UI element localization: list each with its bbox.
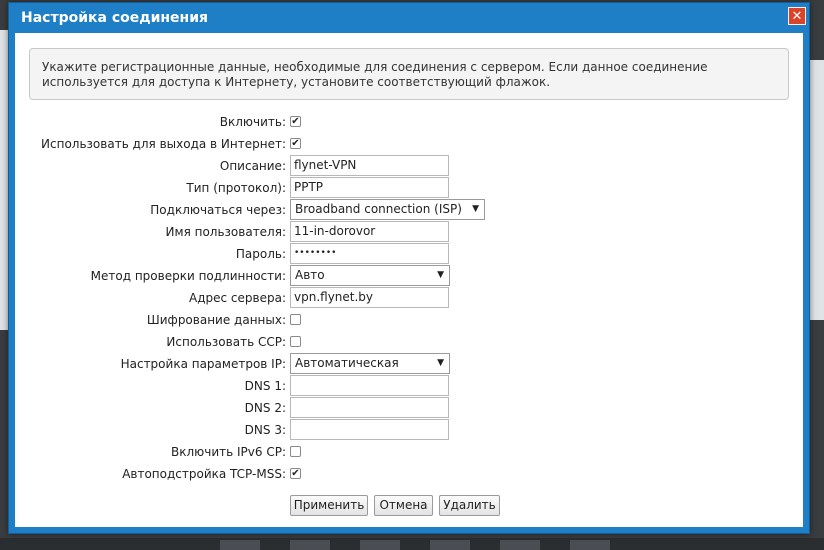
auth-method-label: Метод проверки подлинности:	[90, 269, 286, 283]
use-internet-checkbox[interactable]: ✔	[290, 138, 301, 149]
row-server: Адрес сервера: vpn.flynet.by	[15, 287, 801, 309]
chevron-down-icon: ▼	[472, 204, 479, 214]
taskbar-icon	[500, 540, 540, 550]
connect-via-select[interactable]: Broadband connection (ISP) ▼	[290, 199, 485, 220]
row-dns2: DNS 2:	[15, 397, 801, 419]
encryption-label: Шифрование данных:	[146, 313, 286, 327]
ipv6cp-checkbox[interactable]	[290, 446, 301, 457]
ccp-checkbox[interactable]	[290, 336, 301, 347]
dns2-label: DNS 2:	[244, 401, 286, 415]
row-use-internet: Использовать для выхода в Интернет: ✔	[15, 133, 801, 155]
ip-settings-value: Автоматическая	[295, 356, 399, 370]
dns1-label: DNS 1:	[244, 379, 286, 393]
dns1-input[interactable]	[290, 375, 449, 396]
dns3-input[interactable]	[290, 419, 449, 440]
taskbar-icon	[220, 540, 260, 550]
enable-label: Включить:	[219, 115, 286, 129]
row-tcp-mss: Автоподстройка TCP-MSS: ✔	[15, 463, 801, 485]
enable-checkbox[interactable]: ✔	[290, 116, 301, 127]
chevron-down-icon: ▼	[437, 358, 444, 368]
use-internet-label: Использовать для выхода в Интернет:	[41, 137, 286, 151]
tcp-mss-label: Автоподстройка TCP-MSS:	[122, 467, 286, 481]
cancel-button[interactable]: Отмена	[374, 495, 433, 516]
username-label: Имя пользователя:	[165, 225, 286, 239]
server-input[interactable]: vpn.flynet.by	[290, 287, 449, 308]
close-icon[interactable]: ✕	[788, 7, 806, 25]
button-row: Применить Отмена Удалить	[15, 495, 801, 517]
chevron-down-icon: ▼	[437, 270, 444, 280]
row-enable: Включить: ✔	[15, 111, 801, 133]
row-username: Имя пользователя: 11-in-dorovor	[15, 221, 801, 243]
row-connect-via: Подключаться через: Broadband connection…	[15, 199, 801, 221]
type-label: Тип (протокол):	[186, 181, 286, 195]
row-encryption: Шифрование данных:	[15, 309, 801, 331]
row-dns1: DNS 1:	[15, 375, 801, 397]
background-taskbar	[0, 538, 824, 550]
ip-settings-label: Настройка параметров IP:	[120, 357, 286, 371]
ipv6cp-label: Включить IPv6 CP:	[170, 445, 286, 459]
auth-method-select[interactable]: Авто ▼	[290, 265, 450, 286]
row-auth-method: Метод проверки подлинности: Авто ▼	[15, 265, 801, 287]
ip-settings-select[interactable]: Автоматическая ▼	[290, 353, 450, 374]
username-input[interactable]: 11-in-dorovor	[290, 221, 449, 242]
dialog-title: Настройка соединения	[21, 10, 209, 26]
row-ip-settings: Настройка параметров IP: Автоматическая …	[15, 353, 801, 375]
apply-button[interactable]: Применить	[290, 495, 368, 516]
description-input[interactable]: flynet-VPN	[290, 155, 449, 176]
row-ipv6cp: Включить IPv6 CP:	[15, 441, 801, 463]
row-ccp: Использовать CCP:	[15, 331, 801, 353]
dns3-label: DNS 3:	[244, 423, 286, 437]
ccp-label: Использовать CCP:	[166, 335, 286, 349]
row-password: Пароль: ••••••••	[15, 243, 801, 265]
info-notice: Укажите регистрационные данные, необходи…	[29, 48, 789, 100]
encryption-checkbox[interactable]	[290, 314, 301, 325]
connection-settings-dialog: Настройка соединения ✕ Укажите регистрац…	[8, 2, 810, 534]
tcp-mss-checkbox[interactable]: ✔	[290, 468, 301, 479]
delete-button[interactable]: Удалить	[439, 495, 500, 516]
row-dns3: DNS 3:	[15, 419, 801, 441]
taskbar-icon	[290, 540, 330, 550]
background-page-left	[0, 30, 8, 330]
password-label: Пароль:	[235, 247, 286, 261]
auth-method-value: Авто	[295, 268, 325, 282]
connect-via-value: Broadband connection (ISP)	[295, 202, 462, 216]
row-type: Тип (протокол): PPTP	[15, 177, 801, 199]
taskbar-icon	[430, 540, 470, 550]
dialog-content: Укажите регистрационные данные, необходи…	[15, 33, 803, 527]
type-input: PPTP	[290, 177, 449, 198]
connect-via-label: Подключаться через:	[150, 203, 286, 217]
background-page-right	[810, 60, 824, 320]
dns2-input[interactable]	[290, 397, 449, 418]
taskbar-icon	[570, 540, 610, 550]
server-label: Адрес сервера:	[189, 291, 286, 305]
description-label: Описание:	[219, 159, 286, 173]
password-input[interactable]: ••••••••	[290, 243, 449, 264]
row-description: Описание: flynet-VPN	[15, 155, 801, 177]
taskbar-icon	[360, 540, 400, 550]
